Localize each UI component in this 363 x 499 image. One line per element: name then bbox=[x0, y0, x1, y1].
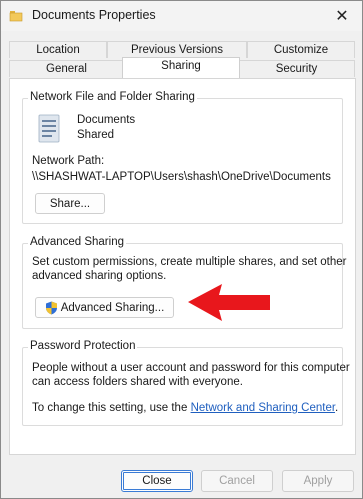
folder-share-status: Shared bbox=[77, 129, 115, 141]
folder-icon bbox=[9, 11, 23, 22]
network-path-label: Network Path: bbox=[32, 155, 105, 167]
change-setting-text: To change this setting, use the Network … bbox=[32, 402, 339, 414]
network-sharing-label: Network File and Folder Sharing bbox=[28, 91, 197, 103]
tab-sharing[interactable]: Sharing bbox=[122, 57, 240, 78]
network-path-value: \\SHASHWAT-LAPTOP\Users\shash\OneDrive\D… bbox=[32, 171, 331, 183]
title-bar[interactable]: Documents Properties ✕ bbox=[1, 1, 362, 31]
tab-security[interactable]: Security bbox=[238, 60, 355, 77]
network-sharing-center-link[interactable]: Network and Sharing Center bbox=[191, 402, 335, 414]
password-protection-text-2: can access folders shared with everyone. bbox=[32, 376, 243, 388]
document-folder-icon bbox=[38, 114, 60, 143]
sharing-tab-panel: Network File and Folder Sharing Document… bbox=[9, 78, 356, 455]
close-button[interactable]: Close bbox=[121, 470, 193, 492]
advanced-sharing-description-2: advanced sharing options. bbox=[32, 270, 167, 282]
advanced-sharing-button[interactable]: Advanced Sharing... bbox=[35, 297, 174, 318]
properties-window: Documents Properties ✕ Location Previous… bbox=[0, 0, 363, 499]
close-icon: ✕ bbox=[335, 8, 349, 25]
annotation-arrow bbox=[188, 284, 270, 321]
tab-general[interactable]: General bbox=[9, 60, 124, 77]
uac-shield-icon bbox=[45, 301, 57, 314]
advanced-sharing-description-1: Set custom permissions, create multiple … bbox=[32, 256, 347, 268]
share-button[interactable]: Share... bbox=[35, 193, 105, 214]
password-protection-label: Password Protection bbox=[28, 340, 138, 352]
close-window-button[interactable]: ✕ bbox=[322, 1, 362, 31]
password-protection-text-1: People without a user account and passwo… bbox=[32, 362, 350, 374]
advanced-sharing-label: Advanced Sharing bbox=[28, 236, 126, 248]
cancel-button[interactable]: Cancel bbox=[201, 470, 273, 492]
tab-customize[interactable]: Customize bbox=[247, 41, 355, 58]
apply-button[interactable]: Apply bbox=[282, 470, 354, 492]
tab-previous-versions[interactable]: Previous Versions bbox=[107, 41, 247, 58]
folder-name: Documents bbox=[77, 114, 136, 126]
tab-location[interactable]: Location bbox=[9, 41, 107, 58]
window-title: Documents Properties bbox=[32, 8, 156, 22]
